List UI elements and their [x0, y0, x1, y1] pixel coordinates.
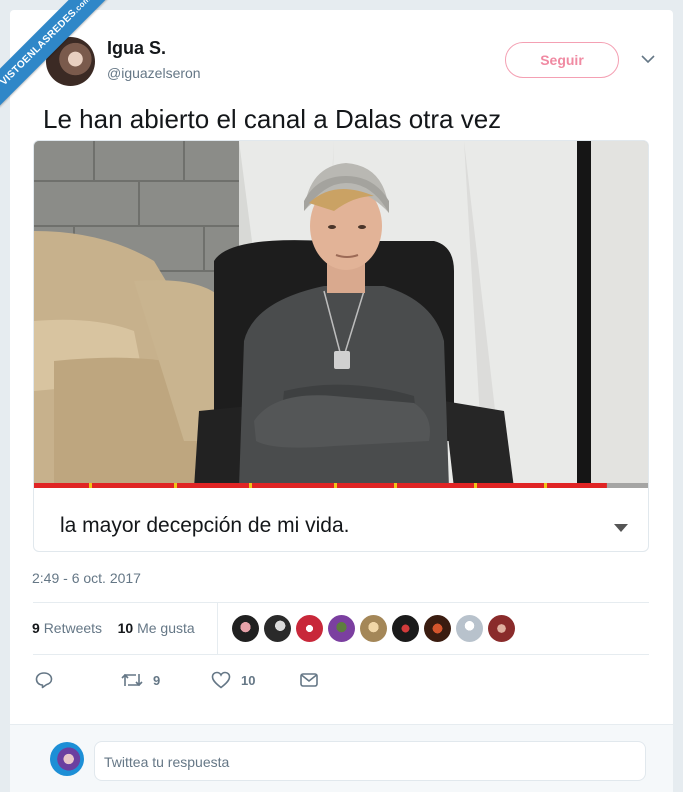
liker-avatar[interactable] — [328, 615, 355, 642]
follow-button[interactable]: Seguir — [505, 42, 619, 78]
tweet-text: Le han abierto el canal a Dalas otra vez — [43, 104, 502, 134]
stats-bottom-divider — [33, 654, 649, 655]
liker-avatar[interactable] — [392, 615, 419, 642]
retweet-button[interactable]: 9 — [121, 668, 160, 692]
reply-button[interactable] — [35, 668, 53, 692]
liker-avatar[interactable] — [296, 615, 323, 642]
direct-message-button[interactable] — [300, 668, 318, 692]
likes-stat[interactable]: 10 Me gusta — [118, 620, 195, 636]
heart-icon — [211, 671, 231, 689]
video-thumbnail[interactable] — [34, 141, 649, 488]
author-handle[interactable]: @iguazelseron — [107, 65, 201, 81]
engagement-stats: 9 Retweets 10 Me gusta — [32, 620, 195, 636]
liker-avatar[interactable] — [232, 615, 259, 642]
tweet-timestamp[interactable]: 2:49 - 6 oct. 2017 — [32, 570, 141, 586]
liker-avatar[interactable] — [360, 615, 387, 642]
author-name[interactable]: Igua S. — [107, 38, 166, 59]
watermark-ribbon: VISTOENLASREDES.com — [0, 0, 110, 110]
media-card[interactable]: la mayor decepción de mi vida. — [33, 140, 649, 552]
stats-top-divider — [33, 602, 649, 603]
reply-area: Twittea tu respuesta — [10, 724, 673, 792]
media-caption: la mayor decepción de mi vida. — [60, 514, 350, 537]
retweet-icon — [121, 673, 143, 687]
reply-input[interactable]: Twittea tu respuesta — [94, 741, 646, 781]
retweets-stat[interactable]: 9 Retweets — [32, 620, 102, 636]
liker-avatar[interactable] — [488, 615, 515, 642]
chevron-down-icon[interactable] — [641, 54, 655, 64]
reply-icon — [35, 672, 53, 689]
envelope-icon — [300, 673, 318, 687]
like-count: 10 — [241, 672, 256, 688]
retweet-count: 9 — [153, 672, 161, 688]
stats-vertical-divider — [217, 603, 218, 654]
video-progress-fill — [34, 483, 607, 488]
like-button[interactable]: 10 — [211, 668, 255, 692]
tweet-actions: 9 10 — [0, 668, 663, 692]
liker-avatar[interactable] — [264, 615, 291, 642]
watermark-text: VISTOENLASREDES.com — [0, 0, 110, 107]
caret-down-icon[interactable] — [614, 524, 628, 532]
liker-avatar[interactable] — [456, 615, 483, 642]
current-user-avatar — [50, 742, 84, 776]
liker-avatar[interactable] — [424, 615, 451, 642]
